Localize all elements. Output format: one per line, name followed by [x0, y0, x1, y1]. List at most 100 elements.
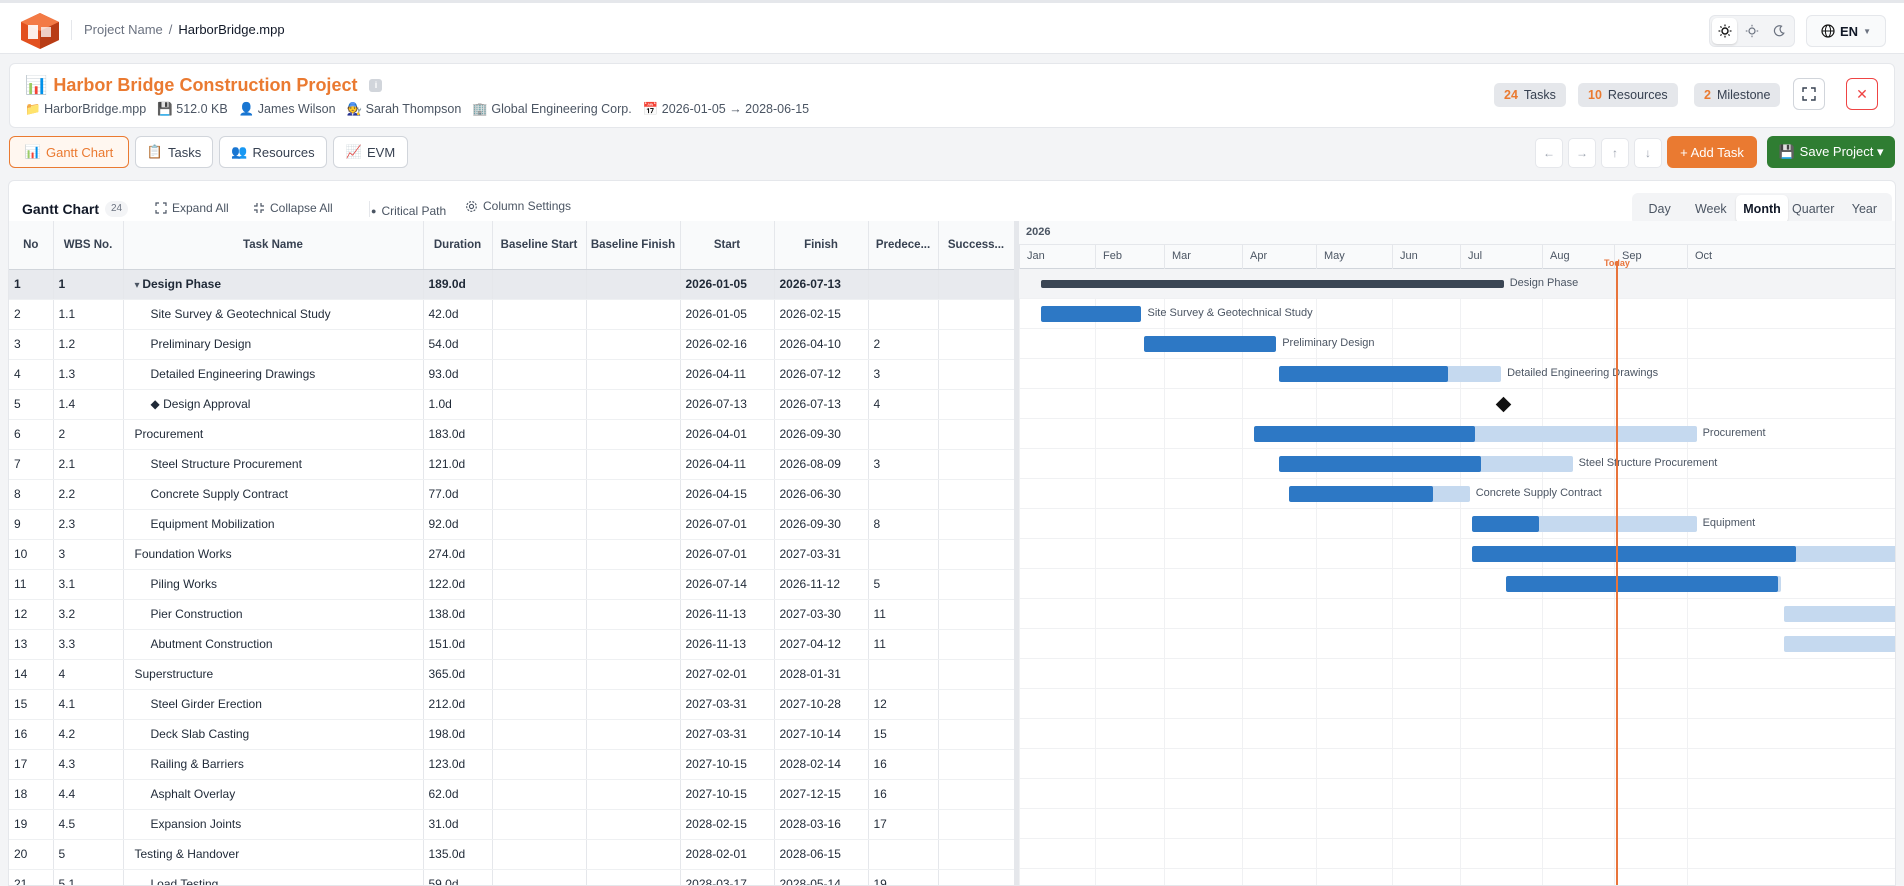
project-size: 💾 512.0 KB — [157, 102, 228, 116]
table-row[interactable]: 21 5.1 Load Testing 59.0d 2028-03-17 2028-05-… — [9, 869, 1015, 885]
column-header[interactable]: Duration — [423, 221, 493, 270]
cell-baseline-start — [492, 809, 587, 840]
column-header[interactable]: Baseline Finish — [586, 221, 681, 270]
tab-tasks[interactable]: 📋 Tasks — [135, 136, 213, 168]
column-header[interactable]: Predece... — [868, 221, 939, 270]
table-row[interactable]: 20 5 Testing & Handover 135.0d 2028-02-01 202… — [9, 839, 1015, 870]
breadcrumb-project[interactable]: Project Name — [84, 22, 163, 37]
task-bar[interactable] — [1783, 636, 1895, 652]
table-row[interactable]: 14 4 Superstructure 365.0d 2027-02-01 2028-01… — [9, 659, 1015, 690]
cell-predecessors: 5 — [868, 569, 939, 600]
table-row[interactable]: 3 1.2 Preliminary Design 54.0d 2026-02-16 202… — [9, 329, 1015, 360]
timeline-row: Steel Structure Procurement — [1019, 449, 1895, 479]
table-row[interactable]: 5 1.4 ◆ Design Approval 1.0d 2026-07-13 2026-… — [9, 389, 1015, 420]
collapse-icon — [254, 203, 264, 213]
cell-name: Superstructure — [123, 659, 424, 690]
cell-finish: 2026-04-10 — [774, 329, 869, 360]
cell-start: 2026-07-14 — [680, 569, 775, 600]
cell-no: 2 — [9, 299, 54, 330]
task-bar[interactable] — [1040, 306, 1142, 322]
column-header[interactable]: Success... — [938, 221, 1015, 270]
task-bar[interactable] — [1040, 280, 1504, 288]
cell-successors — [938, 539, 1015, 570]
disk-icon: 💾 — [157, 102, 173, 116]
table-row[interactable]: 16 4.2 Deck Slab Casting 198.0d 2027-03-31 20… — [9, 719, 1015, 750]
task-bar[interactable] — [1506, 576, 1782, 592]
table-row[interactable]: 18 4.4 Asphalt Overlay 62.0d 2027-10-15 2027-… — [9, 779, 1015, 810]
scale-month-button[interactable]: Month — [1736, 195, 1788, 223]
column-header[interactable]: Task Name — [123, 221, 424, 270]
milestone-marker[interactable] — [1495, 396, 1512, 413]
cell-wbs: 5 — [53, 839, 124, 870]
cell-baseline-start — [492, 449, 587, 480]
close-icon: ✕ — [1856, 85, 1868, 102]
cell-finish: 2027-03-31 — [774, 539, 869, 570]
column-header[interactable]: Finish — [774, 221, 869, 270]
close-button[interactable]: ✕ — [1846, 78, 1878, 110]
cell-no: 15 — [9, 689, 54, 720]
tab-resources[interactable]: 👥 Resources — [219, 136, 327, 168]
task-bar[interactable] — [1472, 516, 1697, 532]
info-icon[interactable]: i — [369, 79, 383, 92]
task-bar[interactable] — [1254, 426, 1697, 442]
table-row[interactable]: 13 3.3 Abutment Construction 151.0d 2026-11-… — [9, 629, 1015, 660]
table-row[interactable]: 1 1 ▾ Design Phase 189.0d 2026-01-05 2026-07-… — [9, 269, 1015, 300]
table-row[interactable]: 15 4.1 Steel Girder Erection 212.0d 2027-03-… — [9, 689, 1015, 720]
app-logo[interactable] — [20, 12, 60, 50]
expand-all-button[interactable]: Expand All — [155, 201, 229, 215]
cell-wbs: 1.4 — [53, 389, 124, 420]
save-project-button[interactable]: 💾 Save Project ▾ — [1767, 136, 1895, 168]
arrow-down-button[interactable]: ↓ — [1634, 138, 1662, 168]
arrow-down-icon: ↓ — [1645, 146, 1651, 160]
task-name: Railing & Barriers — [150, 757, 244, 771]
task-bar[interactable] — [1288, 486, 1470, 502]
scale-quarter-button[interactable]: Quarter — [1788, 195, 1839, 223]
table-row[interactable]: 6 2 Procurement 183.0d 2026-04-01 2026-09-30 — [9, 419, 1015, 450]
breadcrumb-file: HarborBridge.mpp — [178, 22, 285, 37]
task-name: Deck Slab Casting — [150, 727, 250, 741]
add-task-button[interactable]: + Add Task — [1667, 136, 1757, 168]
table-row[interactable]: 9 2.3 Equipment Mobilization 92.0d 2026-07-0… — [9, 509, 1015, 540]
table-row[interactable]: 12 3.2 Pier Construction 138.0d 2026-11-13 20… — [9, 599, 1015, 630]
column-header[interactable]: WBS No. — [53, 221, 124, 270]
tab-evm[interactable]: 📈 EVM — [333, 136, 408, 168]
column-settings-button[interactable]: Column Settings — [465, 199, 571, 213]
cell-start: 2026-04-11 — [680, 359, 775, 390]
arrow-up-button[interactable]: ↑ — [1601, 138, 1629, 168]
timeline-row: Equipment — [1019, 509, 1895, 539]
cell-baseline-finish — [586, 449, 681, 480]
cell-predecessors: 11 — [868, 599, 939, 630]
table-row[interactable]: 17 4.3 Railing & Barriers 123.0d 2027-10-15 2… — [9, 749, 1015, 780]
arrow-left-button[interactable]: ← — [1535, 138, 1563, 168]
collapse-all-button[interactable]: Collapse All — [253, 201, 333, 215]
table-row[interactable]: 4 1.3 Detailed Engineering Drawings 93.0d 20… — [9, 359, 1015, 390]
arrow-right-button[interactable]: → — [1568, 138, 1596, 168]
task-bar[interactable] — [1143, 336, 1277, 352]
dark-theme-button[interactable] — [1767, 18, 1792, 44]
gantt-timeline: 2026 Jan Feb Mar Apr May Jun Jul Aug Sep Oct Desi… — [1019, 221, 1895, 885]
tab-gantt-chart[interactable]: 📊 Gantt Chart — [9, 136, 129, 168]
auto-theme-button[interactable] — [1739, 18, 1764, 44]
column-header[interactable]: Baseline Start — [492, 221, 587, 270]
scale-week-button[interactable]: Week — [1685, 195, 1736, 223]
table-row[interactable]: 10 3 Foundation Works 274.0d 2026-07-01 2027-… — [9, 539, 1015, 570]
column-header[interactable]: No — [9, 221, 54, 270]
scale-year-button[interactable]: Year — [1839, 195, 1890, 223]
column-header[interactable]: Start — [680, 221, 775, 270]
task-bar[interactable] — [1783, 606, 1895, 622]
task-bar[interactable] — [1278, 366, 1502, 382]
table-row[interactable]: 8 2.2 Concrete Supply Contract 77.0d 2026-04… — [9, 479, 1015, 510]
language-selector[interactable]: EN ▼ — [1806, 15, 1886, 47]
timeline-row — [1019, 659, 1895, 689]
light-theme-button[interactable] — [1712, 18, 1738, 44]
fullscreen-button[interactable] — [1793, 78, 1825, 110]
critical-path-toggle[interactable]: ● Critical Path — [371, 204, 446, 218]
task-bar[interactable] — [1278, 456, 1573, 472]
scale-day-button[interactable]: Day — [1634, 195, 1685, 223]
calendar-icon: 📅 — [642, 102, 659, 116]
task-bar[interactable] — [1472, 546, 1895, 562]
table-row[interactable]: 19 4.5 Expansion Joints 31.0d 2028-02-15 2028… — [9, 809, 1015, 840]
table-row[interactable]: 11 3.1 Piling Works 122.0d 2026-07-14 2026-11… — [9, 569, 1015, 600]
table-row[interactable]: 7 2.1 Steel Structure Procurement 121.0d 202… — [9, 449, 1015, 480]
table-row[interactable]: 2 1.1 Site Survey & Geotechnical Study 42.0… — [9, 299, 1015, 330]
